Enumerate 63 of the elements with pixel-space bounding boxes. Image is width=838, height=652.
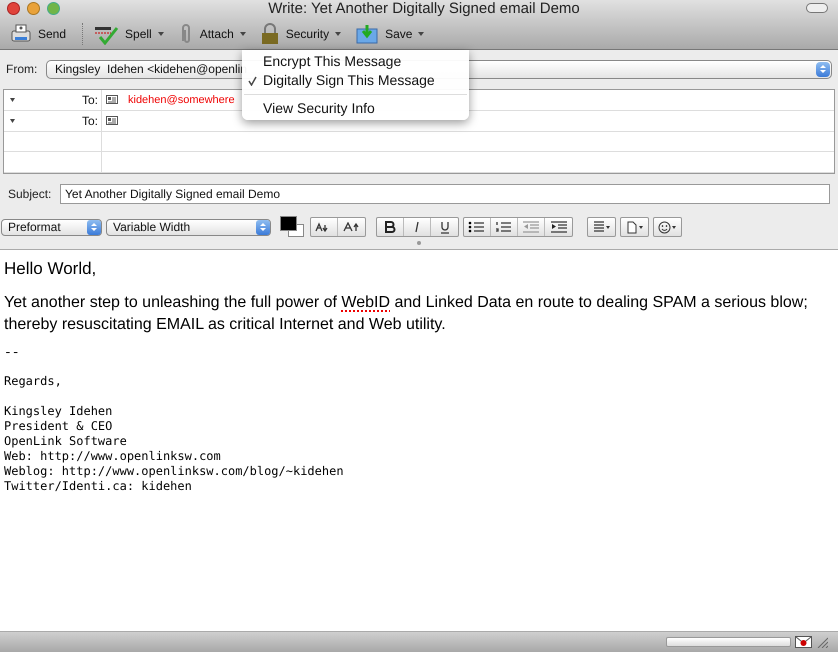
menu-item[interactable]: Encrypt This Message — [242, 52, 469, 71]
italic-icon — [413, 221, 421, 233]
stepper-arrows-icon — [820, 64, 826, 74]
contact-card-icon[interactable] — [106, 95, 118, 104]
subject-label: Subject: — [8, 186, 52, 203]
signed-envelope-icon — [795, 636, 812, 648]
resize-grip-icon[interactable] — [816, 636, 828, 648]
stepper-arrows-icon — [91, 222, 97, 232]
close-button[interactable] — [7, 2, 20, 15]
color-picker[interactable] — [280, 216, 306, 238]
caret-icon — [418, 32, 424, 36]
bigger-text-icon — [342, 222, 360, 232]
toolbar-toggle-button[interactable] — [806, 3, 828, 13]
signature-line: President & CEO — [4, 419, 114, 434]
padlock-icon — [260, 22, 280, 44]
signature-line: OpenLink Software — [4, 434, 128, 449]
insert-icon — [626, 220, 644, 234]
message-body[interactable] — [0, 249, 838, 632]
signature-line: Twitter/Identi.ca: kidehen — [4, 479, 193, 494]
segmented-control[interactable] — [463, 217, 573, 237]
closing-text: Regards, — [4, 374, 63, 389]
paragraph-style-select[interactable]: Preformat — [1, 218, 102, 236]
signature-line: Kingsley Idehen — [4, 404, 114, 419]
recipient-type-label[interactable]: To: — [82, 90, 98, 109]
disclosure-caret-icon[interactable] — [10, 98, 15, 102]
bullet-list-icon — [468, 221, 486, 233]
numbered-list-icon — [495, 221, 513, 233]
save-button[interactable]: Save — [351, 20, 428, 48]
printer-icon — [10, 22, 32, 44]
outdent-icon — [522, 221, 540, 233]
signature-line: Weblog: http://www.openlinksw.com/blog/~kidehen — [4, 464, 345, 479]
indent-icon — [550, 221, 568, 233]
segmented-control[interactable] — [310, 217, 366, 237]
greeting-text: Hello World, — [4, 258, 98, 280]
spell-button[interactable]: Spell — [89, 20, 168, 48]
caret-icon — [240, 32, 246, 36]
signature-line: Web: http://www.openlinksw.com — [4, 449, 222, 464]
tray-arrow-icon — [355, 22, 380, 44]
caret-icon — [335, 32, 342, 36]
disclosure-caret-icon[interactable] — [10, 118, 15, 123]
window-title: Write: Yet Another Digitally Signed email Demo — [268, 0, 580, 18]
font-select[interactable]: Variable Width — [106, 218, 271, 236]
from-label: From: — [6, 61, 38, 78]
signature-separator: -- — [4, 344, 21, 362]
body-paragraph: Yet another step to unleashing the full power of WebID and Linked Data en route to dealing SPAM a serious blow; thereby resuscitating EMAIL as critical Internet and Web utility. — [4, 293, 809, 335]
send-button[interactable]: Send — [6, 20, 70, 48]
menu-item[interactable]: Digitally Sign This Message — [242, 71, 469, 90]
splitter-handle[interactable] — [417, 241, 421, 245]
attach-button[interactable]: Attach — [174, 20, 250, 48]
alignment-icon — [592, 221, 610, 233]
smiley-icon — [658, 220, 678, 234]
bold-icon — [384, 221, 396, 233]
underline-icon — [440, 220, 450, 234]
segmented-control[interactable] — [376, 217, 459, 237]
recipient-address[interactable]: kidehen@somewhere — [128, 92, 235, 108]
security-button[interactable]: Security — [256, 20, 346, 48]
caret-icon — [158, 32, 164, 36]
stepper-arrows-icon — [260, 222, 266, 232]
subject-field[interactable]: Yet Another Digitally Signed email Demo — [60, 184, 830, 204]
minimize-button[interactable] — [27, 2, 40, 15]
menu-item[interactable]: View Security Info — [242, 99, 469, 118]
recipient-type-label[interactable]: To: — [82, 112, 98, 130]
contact-card-icon[interactable] — [106, 116, 118, 126]
